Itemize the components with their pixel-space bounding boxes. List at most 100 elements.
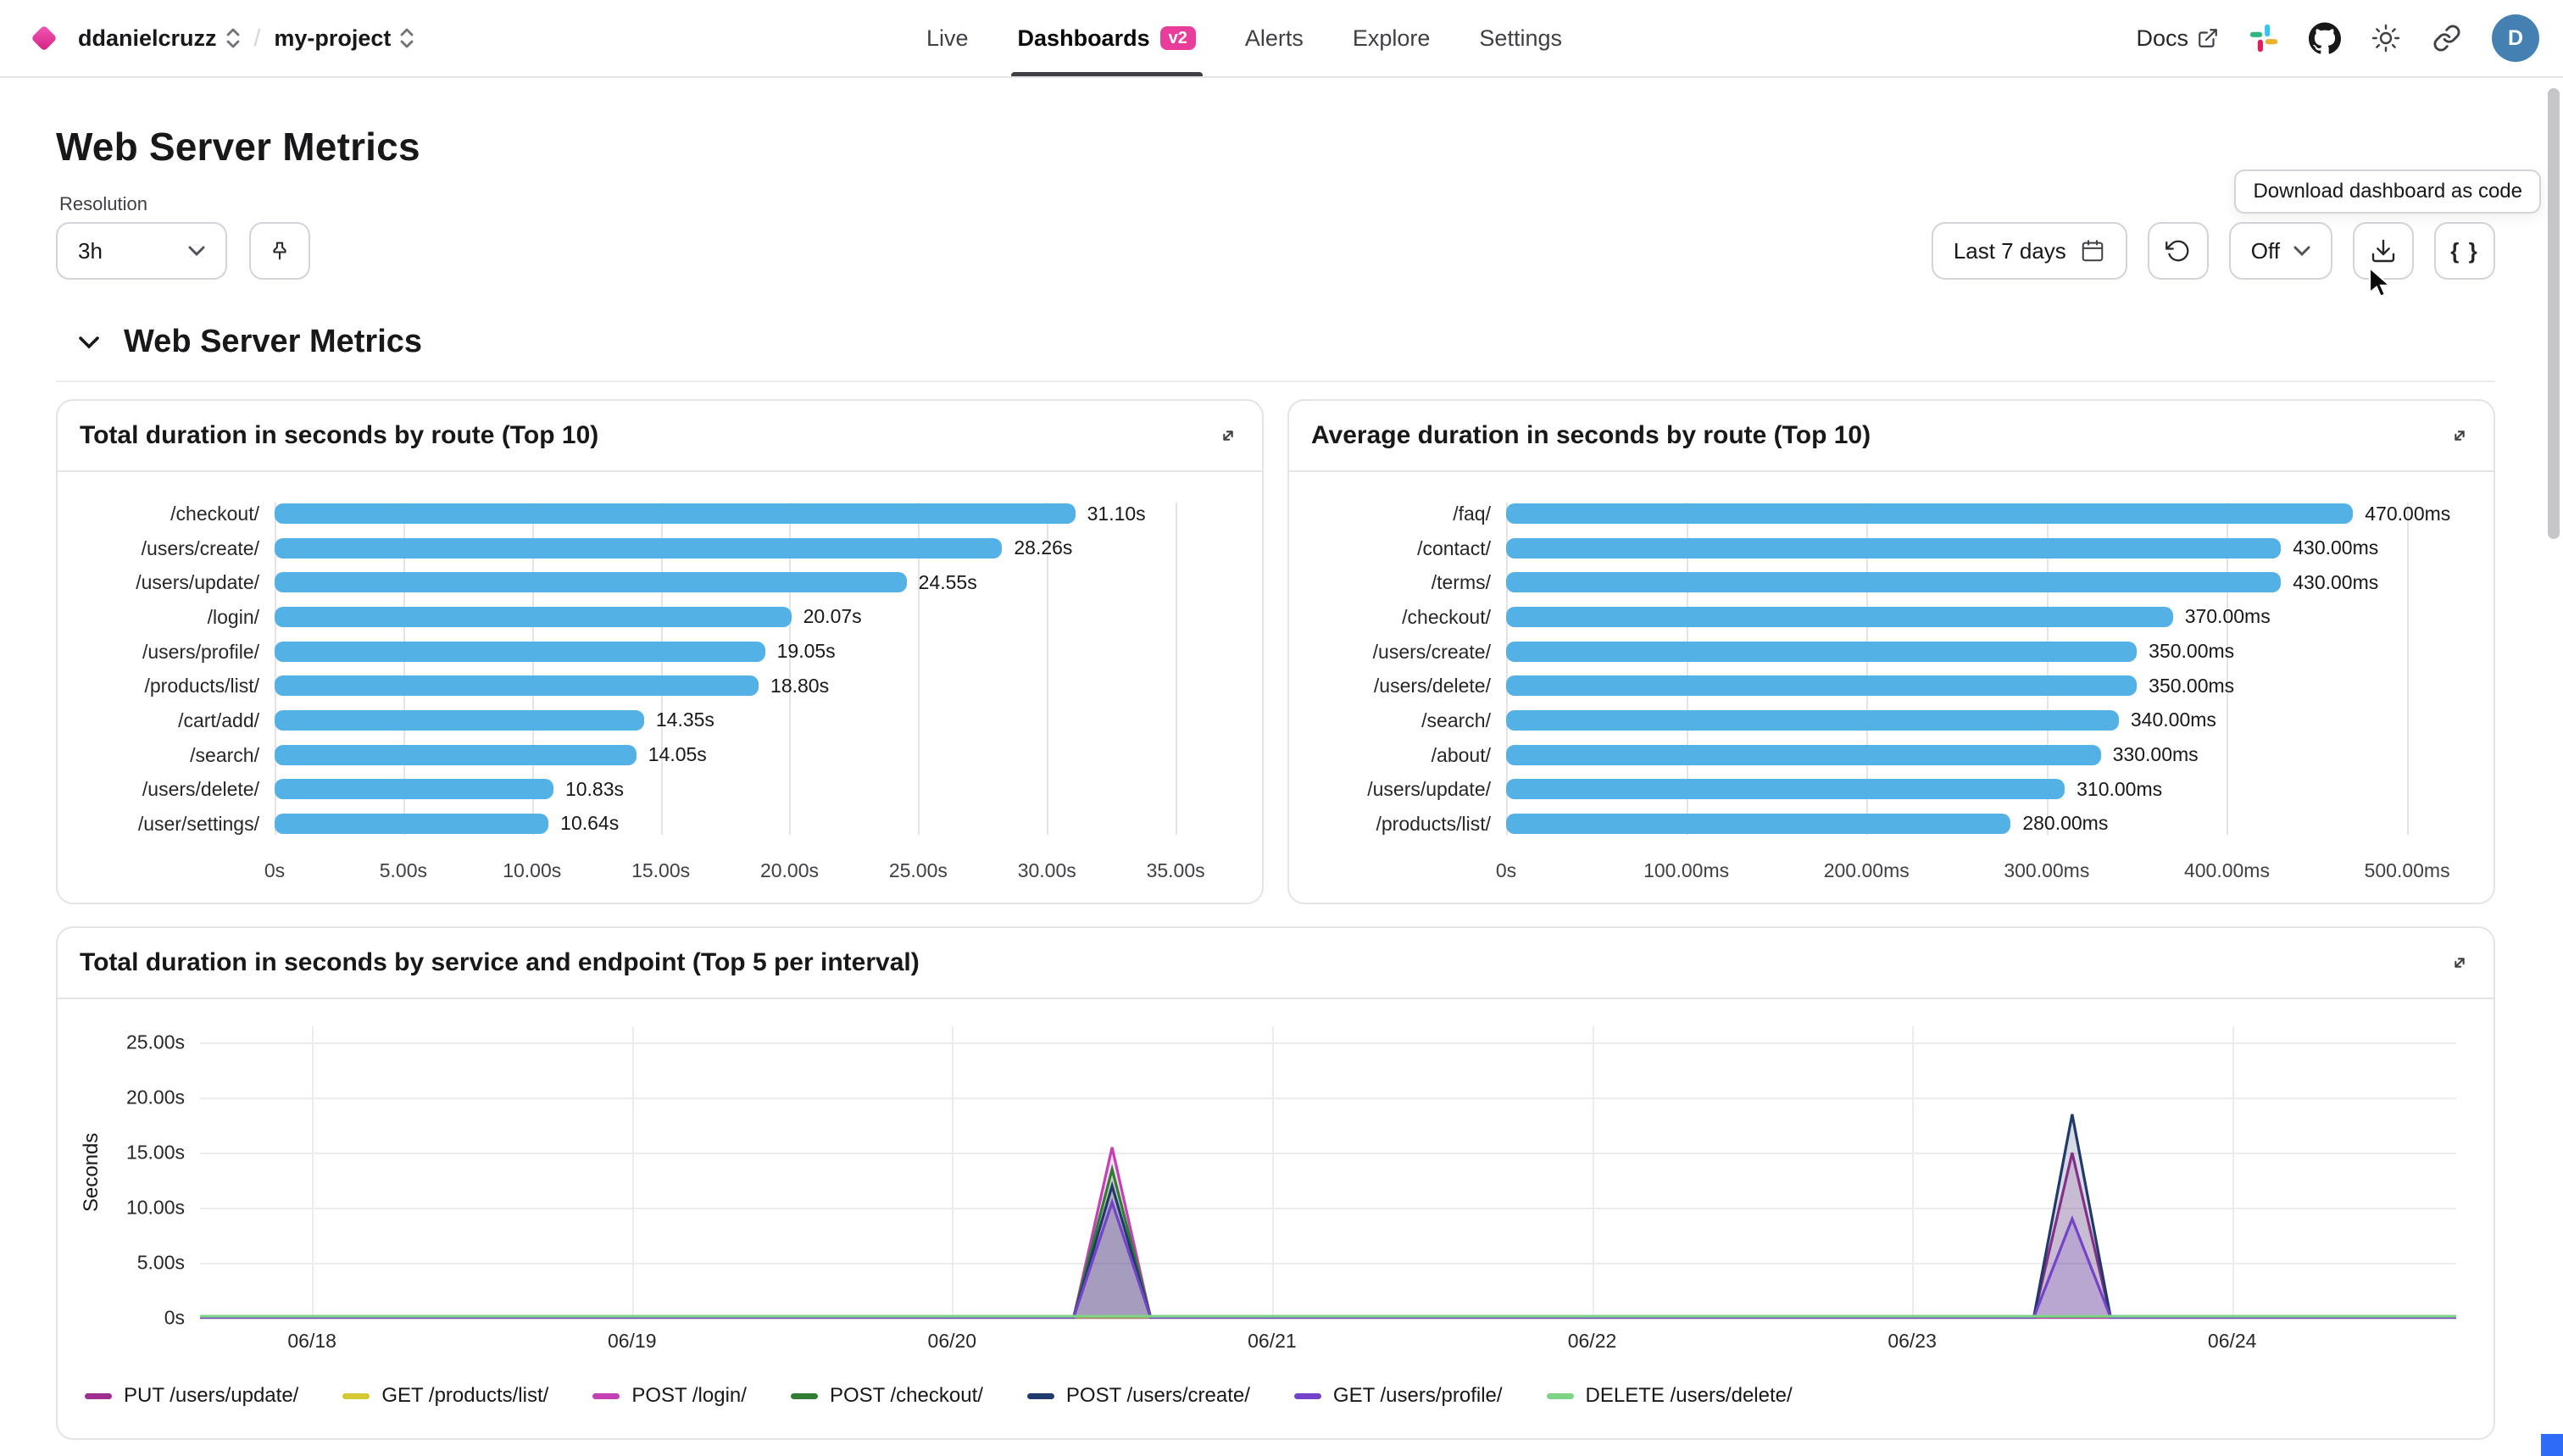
legend-item[interactable]: GET /users/profile/ [1294,1384,1503,1408]
github-icon[interactable] [2309,22,2341,54]
legend-label: GET /users/profile/ [1333,1384,1503,1408]
tab-settings[interactable]: Settings [1479,0,1562,76]
bar[interactable] [275,675,759,696]
bar[interactable] [275,538,1002,559]
bar-row[interactable]: 350.00ms [1506,641,2470,663]
bar-row[interactable]: 350.00ms [1506,675,2470,697]
bar-row[interactable]: 430.00ms [1506,571,2470,593]
bar-value-label: 14.35s [656,709,714,731]
bar-row[interactable]: 470.00ms [1506,503,2470,525]
bar-row[interactable]: 280.00ms [1506,813,2470,835]
pin-button[interactable] [249,222,310,280]
project-switcher[interactable]: my-project [270,19,418,58]
area-plot[interactable] [200,1026,2456,1318]
bar-row[interactable]: 310.00ms [1506,778,2470,800]
org-name: ddanielcruzz [78,25,217,52]
bar[interactable] [275,503,1076,524]
share-link-icon[interactable] [2431,22,2463,54]
legend-item[interactable]: DELETE /users/delete/ [1547,1384,1793,1408]
bar[interactable] [1506,745,2101,765]
bar-row[interactable]: 330.00ms [1506,744,2470,766]
expand-panel-button[interactable] [1216,424,1240,447]
bar-row[interactable]: 10.83s [275,778,1238,800]
bar-row[interactable]: 18.80s [275,675,1238,697]
bar-row[interactable]: 28.26s [275,537,1238,559]
bar-value-label: 10.83s [565,778,624,801]
project-name: my-project [274,25,391,52]
bar-row[interactable]: 24.55s [275,571,1238,593]
x-axis-tick-label: 15.00s [631,859,690,882]
bar-category-label: /users/update/ [1306,778,1491,800]
docs-link[interactable]: Docs [2136,25,2219,52]
tab-explore[interactable]: Explore [1353,0,1431,76]
bar[interactable] [1506,642,2137,662]
section-header[interactable]: Web Server Metrics [56,324,2495,382]
tab-alerts[interactable]: Alerts [1245,0,1304,76]
bar-category-label: /contact/ [1306,537,1491,559]
bar-row[interactable]: 10.64s [275,813,1238,835]
bar-row[interactable]: 14.35s [275,709,1238,731]
bar-value-label: 20.07s [803,605,862,628]
bar[interactable] [275,607,792,627]
x-axis-tick-label: 0s [1496,859,1516,882]
corner-widget[interactable] [2541,1434,2563,1456]
refresh-button[interactable] [2148,222,2209,280]
tab-live[interactable]: Live [926,0,969,76]
panels-row: Total duration in seconds by route (Top … [56,399,2495,904]
bar-row[interactable]: 370.00ms [1506,606,2470,628]
avatar[interactable]: D [2492,14,2539,62]
bar-row[interactable]: 31.10s [275,503,1238,525]
bar[interactable] [275,572,907,592]
panel-title: Average duration in seconds by route (To… [1311,421,1871,450]
bar[interactable] [1506,503,2353,524]
auto-refresh-select[interactable]: Off [2229,222,2332,280]
bar-row[interactable]: 340.00ms [1506,709,2470,731]
legend-swatch [85,1393,112,1399]
bar[interactable] [1506,572,2281,592]
bar-category-label: /users/create/ [75,537,259,559]
resolution-select[interactable]: 3h [56,222,227,280]
y-axis-tick-label: 20.00s [126,1086,185,1109]
legend-label: POST /login/ [631,1384,747,1408]
x-axis: 06/1806/1906/2006/2106/2206/2306/24 [200,1326,2456,1364]
y-axis-title: Seconds [78,1026,105,1318]
bar-row[interactable]: 430.00ms [1506,537,2470,559]
theme-sun-icon[interactable] [2370,22,2402,54]
external-link-icon [2197,27,2219,49]
section-title: Web Server Metrics [124,324,422,360]
logo-diamond-icon[interactable] [31,25,57,51]
expand-icon [2448,951,2471,975]
bar[interactable] [275,745,637,765]
bar[interactable] [275,779,553,799]
legend-item[interactable]: GET /products/list/ [342,1384,548,1408]
x-axis-tick-label: 30.00s [1018,859,1076,882]
bar[interactable] [275,642,765,662]
bar[interactable] [1506,779,2065,799]
bar-row[interactable]: 14.05s [275,744,1238,766]
scrollbar[interactable] [2548,88,2560,539]
legend-item[interactable]: POST /checkout/ [791,1384,983,1408]
legend-item[interactable]: POST /login/ [592,1384,747,1408]
bar[interactable] [275,710,644,731]
bar[interactable] [1506,538,2281,559]
dashboard-code-button[interactable]: { } [2434,222,2495,280]
legend-item[interactable]: POST /users/create/ [1027,1384,1250,1408]
tab-dashboards[interactable]: Dashboards v2 [1018,0,1196,76]
legend-item[interactable]: PUT /users/update/ [85,1384,298,1408]
bar[interactable] [1506,814,2010,834]
time-range-button[interactable]: Last 7 days [1932,222,2127,280]
bar[interactable] [1506,710,2119,731]
org-switcher[interactable]: ddanielcruzz [75,19,244,58]
bar-category-label: /users/create/ [1306,641,1491,663]
bar-row[interactable]: 19.05s [275,641,1238,663]
expand-panel-button[interactable] [2448,951,2471,975]
bar[interactable] [275,814,548,834]
slack-icon[interactable] [2248,22,2280,54]
bar-row[interactable]: 20.07s [275,606,1238,628]
bar[interactable] [1506,675,2137,696]
bar[interactable] [1506,607,2173,627]
dashboard-controls: Resolution 3h Last 7 days Off [56,193,2495,280]
x-axis-tick-label: 0s [264,859,285,882]
area-chart: Seconds 0s5.00s10.00s15.00s20.00s25.00s … [58,999,2494,1364]
expand-panel-button[interactable] [2448,424,2471,447]
